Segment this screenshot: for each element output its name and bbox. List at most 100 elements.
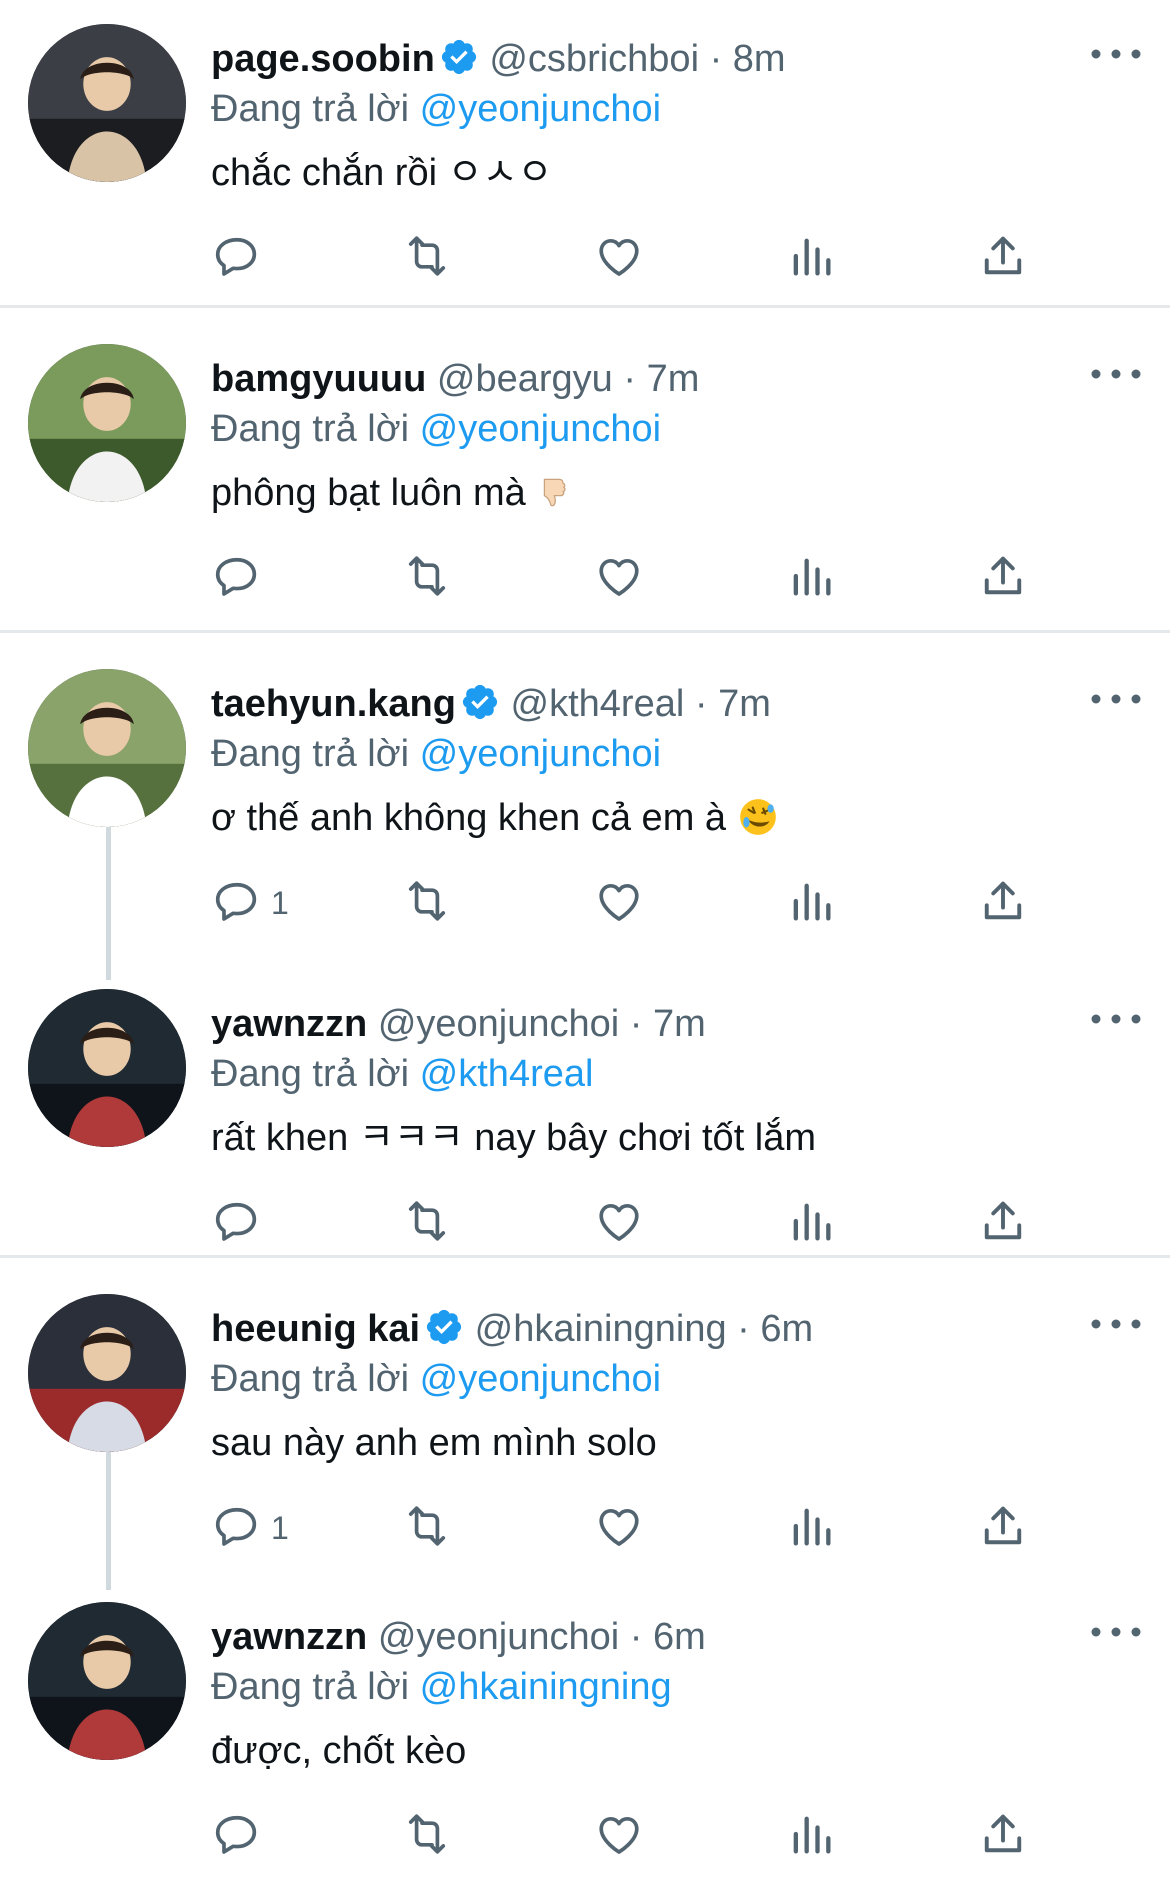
reply-button[interactable]: 1 xyxy=(211,875,289,931)
retweet-button[interactable] xyxy=(401,1500,453,1556)
like-heart-icon xyxy=(593,230,645,287)
like-heart-button[interactable] xyxy=(593,1500,645,1556)
reply-count: 1 xyxy=(271,884,289,921)
username-handle[interactable]: @yeonjunchoi xyxy=(378,1616,619,1658)
rofl-emoji-icon xyxy=(737,796,779,838)
username-handle[interactable]: @yeonjunchoi xyxy=(378,1003,619,1045)
avatar[interactable] xyxy=(28,1602,186,1760)
retweet-icon xyxy=(401,1500,453,1557)
more-options-icon[interactable] xyxy=(1086,1622,1146,1642)
retweet-icon xyxy=(401,875,453,932)
share-button[interactable] xyxy=(977,550,1029,606)
display-name[interactable]: yawnzzn xyxy=(211,1616,367,1658)
reply-mention-link[interactable]: @hkainingning xyxy=(420,1666,672,1708)
tweet-text: được, chốt kèo xyxy=(211,1726,466,1776)
reply-mention-link[interactable]: @kth4real xyxy=(420,1053,594,1095)
tweet-actions: 1 xyxy=(211,1500,1111,1556)
share-button[interactable] xyxy=(977,1808,1029,1864)
avatar[interactable] xyxy=(28,669,186,827)
like-heart-button[interactable] xyxy=(593,550,645,606)
analytics-icon xyxy=(785,875,837,932)
tweet-item: yawnzzn @yeonjunchoi · 7m Đang trả lời @k… xyxy=(0,965,1170,1265)
reply-icon xyxy=(211,230,263,287)
analytics-icon xyxy=(785,550,837,607)
like-heart-button[interactable] xyxy=(593,1195,645,1251)
separator-dot: · xyxy=(623,358,637,400)
tweet-text: sau này anh em mình solo xyxy=(211,1418,657,1468)
analytics-button[interactable] xyxy=(785,1500,837,1556)
timestamp[interactable]: 6m xyxy=(760,1308,813,1350)
avatar[interactable] xyxy=(28,989,186,1147)
username-handle[interactable]: @beargyu xyxy=(437,358,613,400)
reply-button[interactable] xyxy=(211,230,263,286)
analytics-button[interactable] xyxy=(785,1195,837,1251)
avatar[interactable] xyxy=(28,344,186,502)
tweet-text: chắc chắn rồi ㅇㅅㅇ xyxy=(211,148,552,198)
share-icon xyxy=(977,1808,1029,1865)
reply-mention-link[interactable]: @yeonjunchoi xyxy=(420,1358,661,1400)
avatar[interactable] xyxy=(28,24,186,182)
username-handle[interactable]: @csbrichboi xyxy=(489,38,699,80)
reply-button[interactable] xyxy=(211,1808,263,1864)
display-name[interactable]: yawnzzn xyxy=(211,1003,367,1045)
retweet-button[interactable] xyxy=(401,230,453,286)
analytics-icon xyxy=(785,230,837,287)
retweet-button[interactable] xyxy=(401,875,453,931)
share-button[interactable] xyxy=(977,230,1029,286)
timestamp[interactable]: 8m xyxy=(733,38,786,80)
avatar[interactable] xyxy=(28,1294,186,1452)
username-handle[interactable]: @kth4real xyxy=(511,683,685,725)
more-options-icon[interactable] xyxy=(1086,1314,1146,1334)
timestamp[interactable]: 7m xyxy=(653,1003,706,1045)
display-name[interactable]: page.soobin xyxy=(211,38,435,80)
retweet-button[interactable] xyxy=(401,1195,453,1251)
reply-button[interactable] xyxy=(211,550,263,606)
like-heart-button[interactable] xyxy=(593,1808,645,1864)
more-options-icon[interactable] xyxy=(1086,44,1146,64)
analytics-button[interactable] xyxy=(785,1808,837,1864)
tweet-item: bamgyuuuu @beargyu · 7m Đang trả lời @yeo… xyxy=(0,320,1170,620)
reply-mention-link[interactable]: @yeonjunchoi xyxy=(420,408,661,450)
share-button[interactable] xyxy=(977,1500,1029,1556)
analytics-button[interactable] xyxy=(785,230,837,286)
more-options-icon[interactable] xyxy=(1086,689,1146,709)
reply-mention-link[interactable]: @yeonjunchoi xyxy=(420,88,661,130)
tweet-actions xyxy=(211,230,1111,286)
more-options-icon[interactable] xyxy=(1086,364,1146,384)
replying-to-label: Đang trả lời xyxy=(211,1358,410,1400)
share-icon xyxy=(977,230,1029,287)
like-heart-button[interactable] xyxy=(593,875,645,931)
replying-to: Đang trả lời @yeonjunchoi xyxy=(211,1354,661,1404)
reply-button[interactable]: 1 xyxy=(211,1500,289,1556)
share-icon xyxy=(977,875,1029,932)
timestamp[interactable]: 7m xyxy=(647,358,700,400)
tweet-item: yawnzzn @yeonjunchoi · 6m Đang trả lời @h… xyxy=(0,1578,1170,1878)
tweet-text: ơ thế anh không khen cả em à xyxy=(211,793,779,843)
retweet-button[interactable] xyxy=(401,1808,453,1864)
tweet-item: taehyun.kang @kth4real · 7m Đang trả lời … xyxy=(0,645,1170,945)
replying-to: Đang trả lời @hkainingning xyxy=(211,1662,672,1712)
display-name[interactable]: taehyun.kang xyxy=(211,683,456,725)
tweet-item: page.soobin @csbrichboi · 8m Đang trả lời… xyxy=(0,0,1170,300)
like-heart-icon xyxy=(593,1808,645,1865)
username-handle[interactable]: @hkainingning xyxy=(475,1308,727,1350)
more-options-icon[interactable] xyxy=(1086,1009,1146,1029)
analytics-button[interactable] xyxy=(785,550,837,606)
analytics-button[interactable] xyxy=(785,875,837,931)
timestamp[interactable]: 6m xyxy=(653,1616,706,1658)
share-button[interactable] xyxy=(977,875,1029,931)
reply-mention-link[interactable]: @yeonjunchoi xyxy=(420,733,661,775)
reply-button[interactable] xyxy=(211,1195,263,1251)
retweet-button[interactable] xyxy=(401,550,453,606)
analytics-icon xyxy=(785,1500,837,1557)
tweet-text-content: được, chốt kèo xyxy=(211,1730,467,1772)
retweet-icon xyxy=(401,1195,453,1252)
share-button[interactable] xyxy=(977,1195,1029,1251)
display-name[interactable]: heeunig kai xyxy=(211,1308,420,1350)
replying-to: Đang trả lời @yeonjunchoi xyxy=(211,729,661,779)
share-icon xyxy=(977,1195,1029,1252)
timestamp[interactable]: 7m xyxy=(718,683,771,725)
like-heart-button[interactable] xyxy=(593,230,645,286)
display-name[interactable]: bamgyuuuu xyxy=(211,358,426,400)
replying-to-label: Đang trả lời xyxy=(211,1053,410,1095)
